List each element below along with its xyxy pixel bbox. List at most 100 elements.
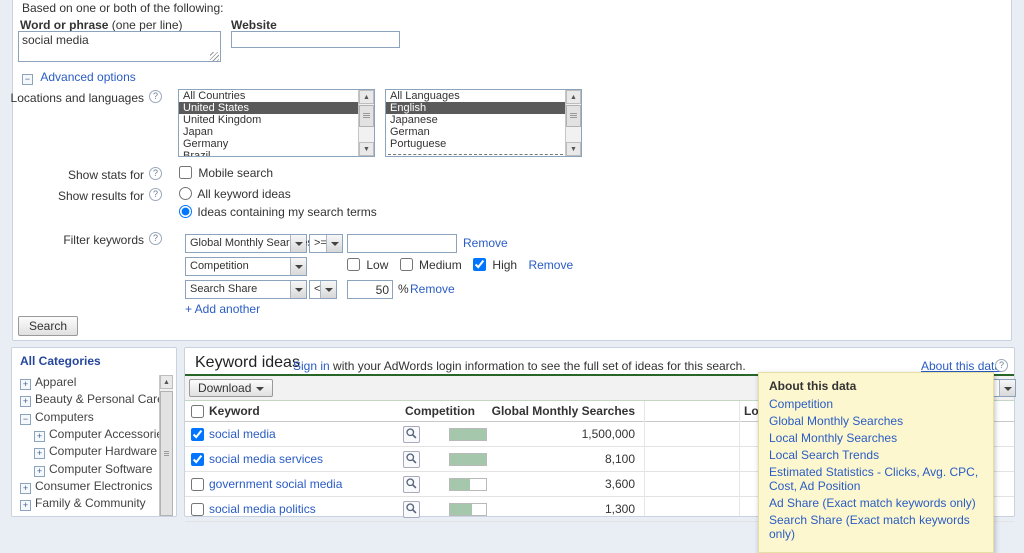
collapse-icon[interactable]: −: [22, 74, 33, 85]
medium-checkbox[interactable]: [399, 258, 413, 271]
ideas-containing-radio[interactable]: [179, 205, 192, 218]
tooltip-item-global-monthly-searches[interactable]: Global Monthly Searches: [769, 414, 983, 428]
sign-in-link[interactable]: Sign in: [293, 359, 330, 373]
scroll-up-icon[interactable]: ▲: [160, 375, 173, 389]
listbox-option-all-languages[interactable]: All Languages: [386, 90, 565, 102]
categories-scrollbar[interactable]: ▲: [159, 375, 173, 516]
filter-operator-select[interactable]: >=: [309, 234, 343, 253]
listbox-option-english[interactable]: English: [386, 102, 565, 114]
filter-operator-select[interactable]: <: [309, 280, 337, 299]
website-input[interactable]: [231, 31, 400, 48]
row-checkbox[interactable]: [191, 453, 204, 466]
filter-value-input[interactable]: [347, 280, 393, 299]
chevron-down-icon[interactable]: [999, 380, 1015, 396]
listbox-option-brazil[interactable]: Brazil: [179, 150, 358, 156]
keyword-link[interactable]: social media politics: [209, 497, 316, 522]
about-this-data-link[interactable]: About this data: [921, 359, 1001, 373]
scrollbar-thumb[interactable]: [359, 105, 374, 127]
category-item-computer-hardware[interactable]: + Computer Hardware: [34, 444, 157, 459]
category-item-computer-software[interactable]: + Computer Software: [34, 462, 152, 477]
mobile-search-checkbox[interactable]: [179, 166, 192, 179]
remove-filter-link[interactable]: Remove: [528, 258, 573, 272]
keyword-insights-button[interactable]: [403, 451, 420, 468]
keyword-insights-button[interactable]: [403, 501, 420, 518]
keyword-column-header[interactable]: Keyword: [209, 401, 260, 422]
help-icon[interactable]: ?: [149, 90, 162, 103]
all-keyword-ideas-radio[interactable]: [179, 187, 192, 200]
select-all-checkbox[interactable]: [191, 405, 204, 418]
listbox-option-japan[interactable]: Japan: [179, 126, 358, 138]
help-icon[interactable]: ?: [149, 188, 162, 201]
row-checkbox[interactable]: [191, 503, 204, 516]
tooltip-item-search-share-exact-match-keywo[interactable]: Search Share (Exact match keywords only): [769, 513, 983, 541]
remove-filter-link[interactable]: Remove: [410, 282, 455, 296]
chevron-down-icon[interactable]: [320, 281, 336, 298]
download-button[interactable]: Download: [189, 379, 274, 397]
keyword-link[interactable]: social media: [209, 422, 276, 447]
advanced-options-toggle[interactable]: − Advanced options: [22, 70, 136, 85]
category-item-computers[interactable]: − Computers: [20, 410, 94, 425]
scroll-down-icon[interactable]: ▼: [566, 142, 581, 156]
scroll-up-icon[interactable]: ▲: [359, 90, 374, 104]
filter-value-input[interactable]: [347, 234, 457, 253]
low-checkbox[interactable]: [347, 258, 360, 271]
global-searches-column-header[interactable]: Global Monthly Searches: [475, 401, 635, 422]
help-icon[interactable]: ?: [149, 167, 162, 180]
expand-icon[interactable]: +: [20, 396, 31, 407]
expand-icon[interactable]: +: [20, 379, 31, 390]
filter-field-select[interactable]: Competition: [185, 257, 307, 276]
tooltip-item-estimated-statistics-clicks-av[interactable]: Estimated Statistics - Clicks, Avg. CPC,…: [769, 465, 983, 493]
textarea-resize-grip[interactable]: [210, 52, 219, 61]
chevron-down-icon[interactable]: [290, 281, 306, 298]
chevron-down-icon[interactable]: [290, 235, 306, 252]
tooltip-item-ad-share-exact-match-keywords-[interactable]: Ad Share (Exact match keywords only): [769, 496, 983, 510]
category-item-family-community[interactable]: + Family & Community: [20, 496, 146, 511]
expand-icon[interactable]: +: [34, 431, 45, 442]
tooltip-item-local-monthly-searches[interactable]: Local Monthly Searches: [769, 431, 983, 445]
ideas-containing-option[interactable]: Ideas containing my search terms: [179, 205, 377, 219]
keyword-insights-button[interactable]: [403, 476, 420, 493]
listbox-option-united-kingdom[interactable]: United Kingdom: [179, 114, 358, 126]
category-item-computer-accessories[interactable]: + Computer Accessories: [34, 427, 169, 442]
expand-icon[interactable]: +: [34, 466, 45, 477]
remove-filter-link[interactable]: Remove: [463, 236, 508, 250]
all-keyword-ideas-option[interactable]: All keyword ideas: [179, 187, 291, 201]
help-icon[interactable]: ?: [149, 232, 162, 245]
scrollbar-thumb[interactable]: [160, 391, 173, 516]
search-button[interactable]: Search: [18, 316, 79, 336]
help-icon[interactable]: ?: [995, 359, 1008, 372]
scroll-up-icon[interactable]: ▲: [566, 90, 581, 104]
scrollbar-thumb[interactable]: [566, 105, 581, 127]
collapse-icon[interactable]: −: [20, 414, 31, 425]
advanced-options-label[interactable]: Advanced options: [40, 70, 135, 84]
word-or-phrase-textarea[interactable]: social media: [18, 31, 221, 62]
chevron-down-icon[interactable]: [290, 258, 306, 275]
listbox-option-germany[interactable]: Germany: [179, 138, 358, 150]
listbox-option-united-states[interactable]: United States: [179, 102, 358, 114]
listbox-scrollbar[interactable]: ▲ ▼: [565, 90, 581, 156]
keyword-link[interactable]: social media services: [209, 447, 323, 472]
listbox-option-german[interactable]: German: [386, 126, 565, 138]
keyword-link[interactable]: government social media: [209, 472, 342, 497]
category-item-apparel[interactable]: + Apparel: [20, 375, 76, 390]
mobile-search-option[interactable]: Mobile search: [179, 166, 273, 180]
countries-listbox[interactable]: All Countries United States United Kingdom…: [178, 89, 375, 157]
expand-icon[interactable]: +: [20, 483, 31, 494]
add-another-link[interactable]: + Add another: [185, 302, 260, 316]
tooltip-item-competition[interactable]: Competition: [769, 397, 983, 411]
scroll-down-icon[interactable]: ▼: [359, 142, 374, 156]
expand-icon[interactable]: +: [20, 500, 31, 511]
category-item-consumer-electronics[interactable]: + Consumer Electronics: [20, 479, 152, 494]
expand-icon[interactable]: +: [34, 448, 45, 459]
high-checkbox[interactable]: [473, 258, 487, 271]
languages-listbox[interactable]: All Languages English Japanese German Portug…: [385, 89, 582, 157]
listbox-scrollbar[interactable]: ▲ ▼: [358, 90, 374, 156]
filter-field-select[interactable]: Global Monthly Searches: [185, 234, 313, 253]
listbox-option-all-countries[interactable]: All Countries: [179, 90, 358, 102]
category-item-beauty-personal-care[interactable]: + Beauty & Personal Care: [20, 392, 164, 407]
row-checkbox[interactable]: [191, 478, 204, 491]
listbox-option-portuguese[interactable]: Portuguese: [386, 138, 565, 150]
chevron-down-icon[interactable]: [326, 235, 342, 252]
keyword-insights-button[interactable]: [403, 426, 420, 443]
tooltip-item-local-search-trends[interactable]: Local Search Trends: [769, 448, 983, 462]
